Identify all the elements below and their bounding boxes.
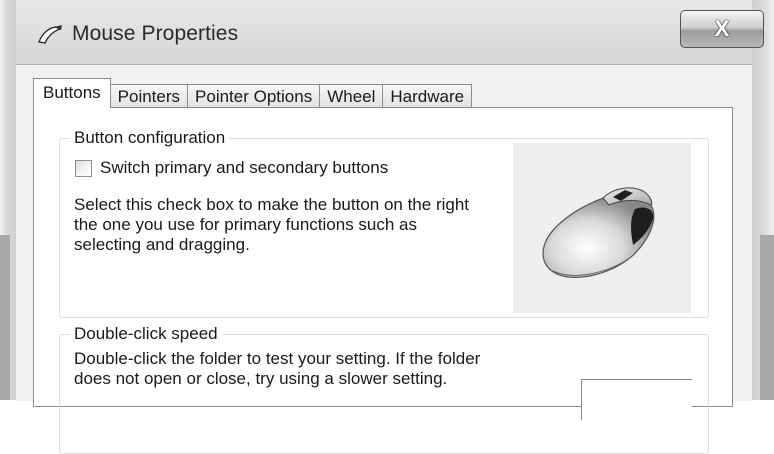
double-click-speed-label: Double-click speed: [70, 324, 222, 344]
mouse-illustration: [513, 143, 691, 313]
tab-strip: Buttons Pointers Pointer Options Wheel H…: [33, 78, 473, 108]
close-button[interactable]: X: [680, 10, 764, 48]
tab-pointer-options[interactable]: Pointer Options: [187, 84, 321, 108]
double-click-description: Double-click the folder to test your set…: [74, 349, 481, 388]
title-bar[interactable]: Mouse Properties X: [16, 0, 764, 64]
mouse-illustration-icon: [542, 187, 655, 278]
tab-hardware[interactable]: Hardware: [382, 84, 473, 108]
button-configuration-label: Button configuration: [70, 128, 230, 148]
button-configuration-description: Select this check box to make the button…: [74, 195, 470, 254]
double-click-speed-group: Double-click speed Double-click the fold…: [59, 324, 709, 454]
window-title: Mouse Properties: [72, 22, 239, 45]
window-frame: Mouse Properties X Buttons Pointers Poin…: [0, 0, 774, 454]
mouse-pointer-icon: [38, 25, 62, 44]
tab-wheel[interactable]: Wheel: [319, 84, 384, 108]
dialog-client-area: Buttons Pointers Pointer Options Wheel H…: [16, 64, 752, 454]
button-configuration-group: Button configuration Switch primary and …: [59, 128, 709, 318]
window-edge-left: [0, 235, 10, 400]
switch-buttons-checkbox-row[interactable]: Switch primary and secondary buttons: [75, 158, 388, 178]
switch-buttons-checkbox[interactable]: [75, 159, 92, 177]
tab-buttons[interactable]: Buttons: [33, 78, 111, 108]
switch-buttons-label[interactable]: Switch primary and secondary buttons: [100, 158, 388, 178]
buttons-tab-panel: Button configuration Switch primary and …: [33, 107, 733, 454]
close-icon: X: [714, 16, 730, 41]
tab-pointers[interactable]: Pointers: [109, 84, 189, 108]
window-edge-right: [760, 235, 774, 400]
